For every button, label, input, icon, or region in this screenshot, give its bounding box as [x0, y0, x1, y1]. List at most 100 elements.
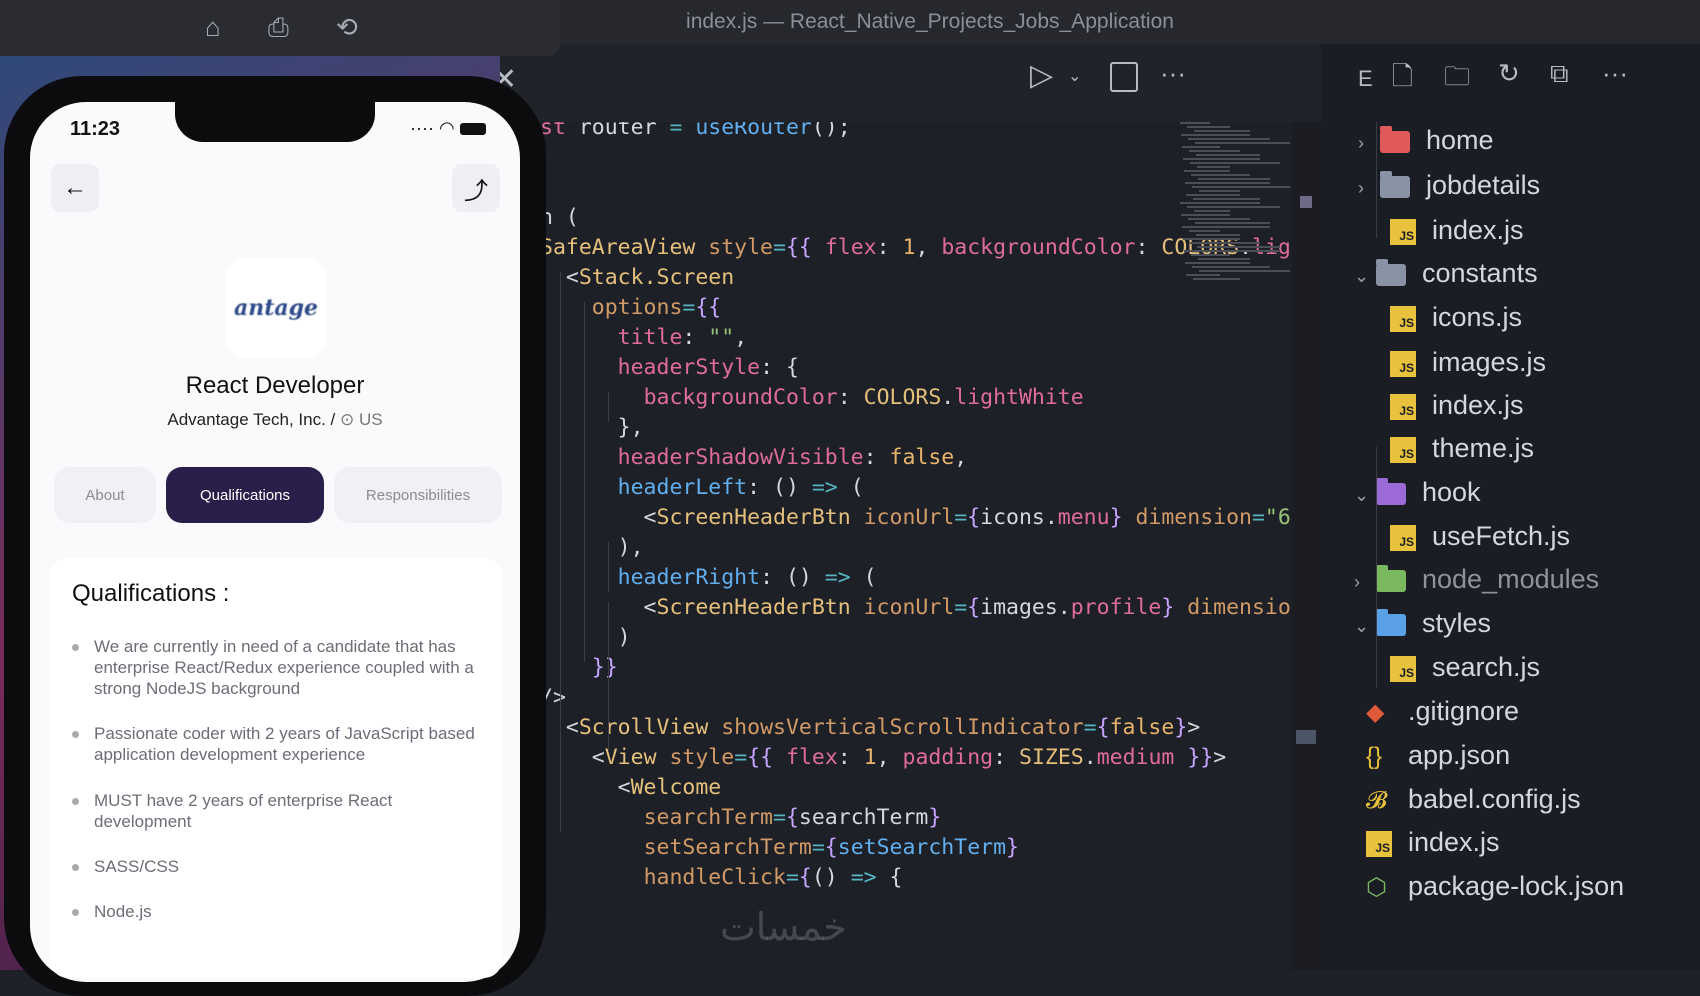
code-line[interactable]: handleClick={() => { — [540, 862, 903, 894]
code-line[interactable]: headerLeft: () => ( — [540, 472, 864, 504]
tree-indent-guide — [1376, 642, 1377, 688]
code-line[interactable]: backgroundColor: COLORS.lightWhite — [540, 382, 1084, 414]
code-token: < — [540, 745, 605, 770]
run-debug-icon[interactable]: ▷ — [1030, 58, 1053, 93]
code-line[interactable]: headerStyle: { — [540, 352, 799, 384]
tab-about[interactable]: About — [54, 467, 156, 523]
code-line[interactable]: }, — [540, 412, 644, 444]
code-line[interactable]: <ScrollView showsVerticalScrollIndicator… — [540, 712, 1200, 744]
back-button[interactable]: ← — [51, 164, 99, 212]
chevron-down-icon[interactable]: ⌄ — [1354, 253, 1376, 299]
js-file-icon: JS — [1390, 305, 1416, 332]
code-line[interactable]: headerRight: () => ( — [540, 562, 877, 594]
code-token: = — [682, 295, 696, 320]
minimap[interactable] — [1180, 122, 1292, 282]
code-line[interactable]: ), — [540, 532, 644, 564]
tree-item[interactable]: JS index.js — [1390, 382, 1524, 428]
chevron-right-icon[interactable]: › — [1354, 559, 1376, 605]
chevron-down-icon[interactable]: ⌄ — [1354, 472, 1376, 518]
code-token: iconUrl — [863, 595, 955, 620]
tree-item[interactable]: JS icons.js — [1390, 294, 1522, 340]
signal-icon: ···· — [410, 118, 434, 138]
code-line[interactable]: ) — [540, 622, 631, 654]
code-token: => — [824, 565, 864, 590]
tree-item-label: theme.js — [1432, 433, 1535, 463]
code-line[interactable]: }} — [540, 652, 618, 684]
tree-item[interactable]: JS useFetch.js — [1390, 513, 1570, 559]
tree-item[interactable]: JS index.js — [1390, 207, 1524, 253]
code-line[interactable]: <View style={{ flex: 1, padding: SIZES.m… — [540, 742, 1226, 774]
tree-item[interactable]: JS index.js — [1366, 819, 1500, 865]
code-line[interactable]: SafeAreaView style={{ flex: 1, backgroun… — [540, 232, 1291, 264]
chevron-down-icon[interactable]: ⌄ — [1068, 66, 1081, 86]
tree-item-label: styles — [1422, 608, 1492, 638]
new-file-icon[interactable]: 🗋 — [1392, 58, 1413, 102]
code-token: ScreenHeaderBtn — [656, 595, 864, 620]
more-actions-icon[interactable]: ··· — [1160, 58, 1186, 89]
code-line[interactable]: st router = useRouter(); — [540, 122, 851, 144]
minimap-line — [1196, 234, 1240, 236]
new-folder-icon[interactable]: 🗀 — [1444, 58, 1470, 102]
collapse-icon[interactable]: ⧉ — [1550, 58, 1569, 90]
share-button[interactable]: ⤴ — [452, 164, 500, 212]
tab-responsibilities[interactable]: Responsibilities — [334, 467, 502, 523]
tree-item[interactable]: ⬡ package-lock.json — [1366, 863, 1624, 909]
tree-item-label: package-lock.json — [1408, 871, 1625, 901]
tree-item[interactable]: JS search.js — [1390, 644, 1540, 690]
tree-item[interactable]: ⌄ styles — [1354, 600, 1491, 646]
editor-scrollbar[interactable] — [1292, 122, 1322, 970]
code-token: dimension — [1135, 505, 1252, 530]
home-icon[interactable]: ⌂ — [205, 12, 221, 43]
more-icon[interactable]: ··· — [1602, 58, 1628, 89]
tab-qualifications[interactable]: Qualifications — [166, 467, 324, 523]
scrollbar-thumb[interactable] — [1296, 730, 1316, 744]
screenshot-icon[interactable]: ⎙ — [268, 12, 289, 44]
code-token: < — [540, 595, 657, 620]
code-line[interactable]: <Welcome — [540, 772, 722, 804]
code-line[interactable]: <Stack.Screen — [540, 262, 734, 294]
folder-icon — [1376, 258, 1406, 286]
chevron-down-icon[interactable]: ⌄ — [1354, 603, 1376, 649]
tree-item[interactable]: ⌄ constants — [1354, 250, 1538, 296]
minimap-line — [1182, 226, 1270, 228]
tree-item[interactable]: ◆ .gitignore — [1366, 688, 1519, 734]
code-line[interactable]: searchTerm={searchTerm} — [540, 802, 942, 834]
tree-item[interactable]: › home — [1358, 117, 1494, 163]
company-name: Advantage Tech, Inc. / — [167, 410, 341, 429]
code-line[interactable]: <ScreenHeaderBtn iconUrl={images.profile… — [540, 592, 1292, 624]
tree-indent-guide — [1376, 122, 1377, 238]
code-line[interactable]: <ScreenHeaderBtn iconUrl={icons.menu} di… — [540, 502, 1292, 534]
code-line[interactable]: title: "", — [540, 322, 747, 354]
tree-item[interactable]: › jobdetails — [1358, 162, 1540, 208]
minimap-line — [1181, 214, 1230, 216]
code-token: = — [669, 122, 696, 140]
refresh-icon[interactable]: ↻ — [1498, 58, 1520, 89]
code-token: padding — [902, 745, 994, 770]
tree-item[interactable]: ⌄ hook — [1354, 469, 1481, 515]
tree-item[interactable]: 𝓑babel.config.js — [1366, 776, 1581, 822]
code-line[interactable]: options={{ — [540, 292, 721, 324]
rotate-icon[interactable]: ⟲ — [336, 12, 358, 43]
code-token: {{ — [695, 295, 722, 320]
minimap-line — [1184, 170, 1230, 172]
minimap-line — [1195, 142, 1290, 144]
split-editor-icon[interactable] — [1110, 62, 1138, 92]
code-token: showsVerticalScrollIndicator — [721, 715, 1084, 740]
minimap-line — [1199, 270, 1290, 272]
code-line[interactable]: headerShadowVisible: false, — [540, 442, 968, 474]
code-line[interactable]: setSearchTerm={setSearchTerm} — [540, 832, 1019, 864]
code-token: st — [540, 122, 579, 140]
tree-item[interactable]: JS images.js — [1390, 339, 1546, 385]
minimap-line — [1188, 138, 1270, 140]
code-token: : { — [760, 355, 799, 380]
tree-item[interactable]: {} app.json — [1366, 732, 1510, 778]
tree-item[interactable]: JS theme.js — [1390, 425, 1534, 471]
code-token: { — [889, 865, 903, 890]
minimap-line — [1191, 174, 1250, 176]
code-token: } — [1161, 595, 1188, 620]
code-token: => — [850, 865, 890, 890]
tree-item[interactable]: › node_modules — [1354, 556, 1599, 602]
code-token: , — [734, 325, 748, 350]
js-file-icon: JS — [1390, 393, 1416, 420]
minimap-line — [1195, 222, 1270, 224]
